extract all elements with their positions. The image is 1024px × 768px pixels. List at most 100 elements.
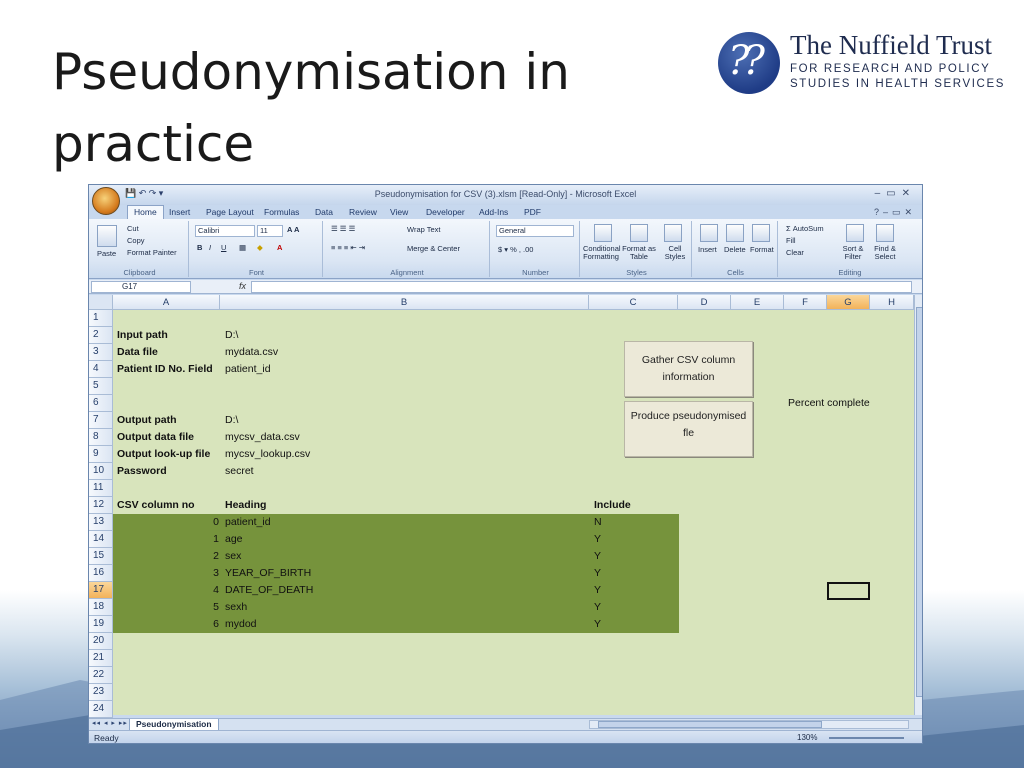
tab-formulas[interactable]: Formulas [264,207,299,217]
formula-input[interactable] [251,281,912,293]
csv-include[interactable]: Y [594,582,601,599]
help-icon[interactable]: ?–▭✕ [874,207,916,218]
format-button[interactable]: Format [750,245,774,254]
tab-developer[interactable]: Developer [426,207,465,217]
row-header[interactable]: 14 [89,531,113,548]
csv-heading[interactable]: patient_id [225,514,271,531]
row-header[interactable]: 18 [89,599,113,616]
column-header-f[interactable]: F [784,295,827,310]
row-header[interactable]: 12 [89,497,113,514]
worksheet-grid[interactable]: A B C D E F G H 1 2 3 4 5 6 7 8 9 10 11 … [89,295,914,718]
format-cells-icon[interactable] [752,224,770,242]
column-header-b[interactable]: B [220,295,589,310]
tab-page-layout[interactable]: Page Layout [206,207,254,217]
sort-filter-icon[interactable] [846,224,864,242]
row-header[interactable]: 1 [89,310,113,327]
row-header[interactable]: 22 [89,667,113,684]
clear-button[interactable]: Clear [786,248,804,257]
italic-button[interactable]: I [209,243,211,252]
output-lookup-cell[interactable]: mycsv_lookup.csv [225,446,310,463]
patient-id-cell[interactable]: patient_id [225,361,271,378]
tab-pdf[interactable]: PDF [524,207,541,217]
row-header[interactable]: 20 [89,633,113,650]
csv-include[interactable]: N [594,514,602,531]
csv-heading[interactable]: age [225,531,243,548]
wrap-text-button[interactable]: Wrap Text [407,225,441,234]
fill-button[interactable]: Fill [786,236,796,245]
column-header-e[interactable]: E [731,295,784,310]
row-header[interactable]: 9 [89,446,113,463]
password-cell[interactable]: secret [225,463,254,480]
zoom-slider[interactable] [829,737,904,739]
tab-add-ins[interactable]: Add-Ins [479,207,508,217]
csv-heading[interactable]: sexh [225,599,247,616]
font-name-select[interactable]: Calibri [195,225,255,237]
delete-cells-icon[interactable] [726,224,744,242]
percent-icon[interactable]: $ ▾ % , .00 [498,245,533,254]
conditional-formatting-button[interactable]: Conditional Formatting [583,245,621,261]
tab-view[interactable]: View [390,207,408,217]
row-header[interactable]: 6 [89,395,113,412]
row-header[interactable]: 19 [89,616,113,633]
csv-heading[interactable]: sex [225,548,241,565]
csv-column-no[interactable]: 6 [207,616,219,633]
find-select-icon[interactable] [876,224,894,242]
font-color-icon[interactable]: A [277,243,282,252]
vertical-scrollbar[interactable] [914,295,922,715]
cut-button[interactable]: Cut [127,224,139,233]
row-header[interactable]: 11 [89,480,113,497]
row-header[interactable]: 16 [89,565,113,582]
tab-home[interactable]: Home [127,205,164,219]
csv-column-no[interactable]: 4 [207,582,219,599]
find-select-button[interactable]: Find & Select [870,245,900,261]
autosum-button[interactable]: Σ AutoSum [786,224,824,233]
output-data-file-cell[interactable]: mycsv_data.csv [225,429,300,446]
tab-insert[interactable]: Insert [169,207,190,217]
csv-include[interactable]: Y [594,531,601,548]
csv-include[interactable]: Y [594,616,601,633]
column-header-a[interactable]: A [113,295,220,310]
input-path-cell[interactable]: D:\ [225,327,238,344]
row-header[interactable]: 10 [89,463,113,480]
horizontal-scroll-thumb[interactable] [598,721,822,728]
csv-heading[interactable]: mydod [225,616,257,633]
csv-include[interactable]: Y [594,548,601,565]
row-header[interactable]: 15 [89,548,113,565]
output-path-cell[interactable]: D:\ [225,412,238,429]
office-button[interactable] [92,187,120,215]
row-header[interactable]: 23 [89,684,113,701]
row-header[interactable]: 4 [89,361,113,378]
conditional-formatting-icon[interactable] [594,224,612,242]
align-top-icon[interactable]: ☰ ☰ ☰ [331,224,355,233]
row-header[interactable]: 5 [89,378,113,395]
merge-center-button[interactable]: Merge & Center [407,244,460,253]
row-header[interactable]: 7 [89,412,113,429]
vertical-scroll-thumb[interactable] [916,307,922,697]
row-header[interactable]: 24 [89,701,113,718]
sort-filter-button[interactable]: Sort & Filter [838,245,868,261]
row-header[interactable]: 2 [89,327,113,344]
csv-column-no[interactable]: 1 [207,531,219,548]
row-header[interactable]: 13 [89,514,113,531]
delete-button[interactable]: Delete [724,245,746,254]
row-header[interactable]: 21 [89,650,113,667]
underline-button[interactable]: U [221,243,226,252]
csv-heading[interactable]: YEAR_OF_BIRTH [225,565,311,582]
insert-cells-icon[interactable] [700,224,718,242]
csv-column-no[interactable]: 3 [207,565,219,582]
selected-cell-g17[interactable] [827,582,870,600]
tab-data[interactable]: Data [315,207,333,217]
format-table-icon[interactable] [630,224,648,242]
csv-include[interactable]: Y [594,565,601,582]
fx-icon[interactable]: fx [239,281,246,291]
copy-button[interactable]: Copy [127,236,145,245]
column-header-d[interactable]: D [678,295,731,310]
csv-column-no[interactable]: 2 [207,548,219,565]
csv-heading[interactable]: DATE_OF_DEATH [225,582,313,599]
produce-pseudonymised-button[interactable]: Produce pseudonymised fle [624,401,753,457]
column-header-g[interactable]: G [827,295,870,310]
row-header[interactable]: 8 [89,429,113,446]
horizontal-scrollbar[interactable] [589,720,909,729]
bold-button[interactable]: B [197,243,202,252]
column-header-c[interactable]: C [589,295,678,310]
